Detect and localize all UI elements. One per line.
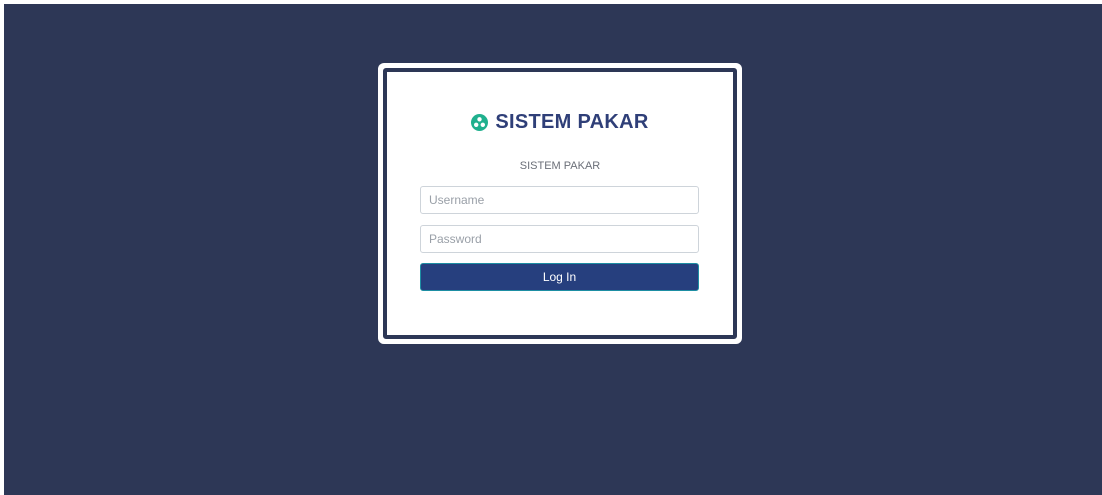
login-button[interactable]: Log In (420, 263, 699, 291)
login-subtitle: SISTEM PAKAR (519, 160, 601, 172)
login-card: SISTEM PAKAR SISTEM PAKAR Log In (378, 63, 742, 344)
login-card-frame: SISTEM PAKAR SISTEM PAKAR Log In (383, 68, 737, 339)
brand-title: SISTEM PAKAR (495, 111, 649, 133)
password-input[interactable] (420, 225, 699, 253)
page-background: SISTEM PAKAR SISTEM PAKAR Log In (4, 4, 1102, 495)
logo-circle-icon (471, 114, 489, 131)
brand-header: SISTEM PAKAR (387, 111, 733, 134)
username-input[interactable] (420, 186, 699, 214)
